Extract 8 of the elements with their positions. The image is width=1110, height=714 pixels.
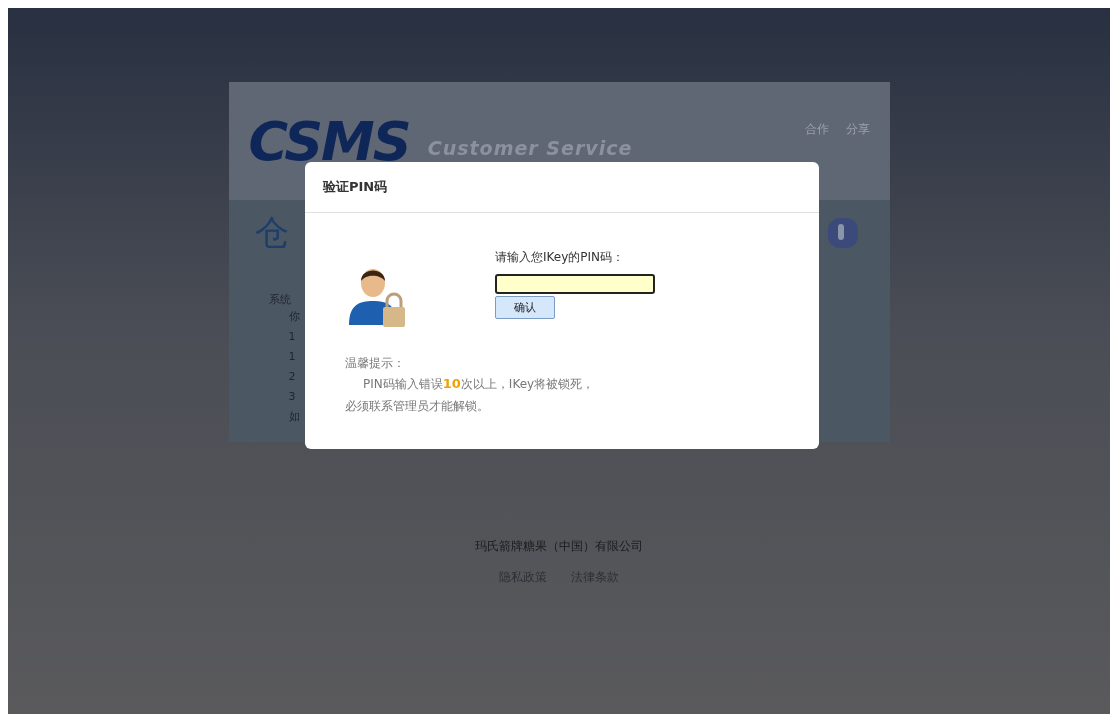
confirm-button[interactable]: 确认 [495, 296, 555, 319]
pin-input-field[interactable] [495, 274, 655, 294]
tip-text: 必须联系管理员才能解锁。 [345, 398, 490, 415]
logo: CSMS [248, 109, 410, 173]
tip-title: 温馨提示： [345, 355, 406, 372]
tip-text: PIN码输入错误10次以上，IKey将被锁死， [362, 375, 596, 393]
dialog-title: 验证PIN码 [323, 178, 388, 196]
pin-prompt: 请输入您IKey的PIN码： [495, 249, 625, 266]
